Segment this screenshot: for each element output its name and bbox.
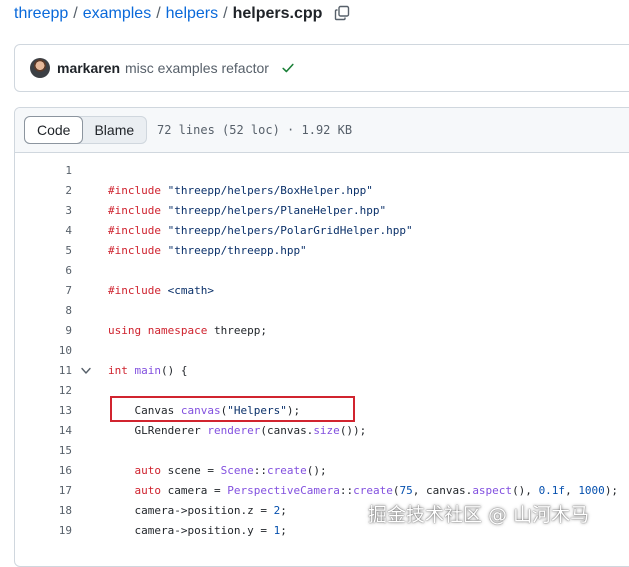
code-text: #include "threepp/helpers/PolarGridHelpe… — [108, 224, 413, 237]
annotation-highlight-box — [110, 396, 355, 422]
line-number[interactable]: 7 — [15, 281, 72, 301]
breadcrumb: threepp / examples / helpers / helpers.c… — [14, 3, 350, 25]
code-line: 4 #include "threepp/helpers/PolarGridHelp… — [15, 221, 629, 241]
line-number[interactable]: 17 — [15, 481, 72, 501]
line-number[interactable]: 5 — [15, 241, 72, 261]
code-text: using namespace threepp; — [108, 324, 267, 337]
code-text: #include "threepp/helpers/PlaneHelper.hp… — [108, 204, 387, 217]
code-line: 7 #include <cmath> — [15, 281, 629, 301]
latest-commit-bar: markaren misc examples refactor — [14, 44, 629, 92]
code-line: 17 auto camera = PerspectiveCamera::crea… — [15, 481, 629, 501]
check-icon[interactable] — [281, 61, 295, 75]
code-line: 10 — [15, 341, 629, 361]
file-viewer: Code Blame 72 lines (52 loc) · 1.92 KB 1… — [14, 107, 629, 567]
line-number[interactable]: 4 — [15, 221, 72, 241]
line-number[interactable]: 19 — [15, 521, 72, 541]
fold-chevron-icon[interactable] — [81, 367, 91, 375]
avatar[interactable] — [30, 58, 50, 78]
line-number[interactable]: 12 — [15, 381, 72, 401]
line-number[interactable]: 10 — [15, 341, 72, 361]
watermark: 掘金技术社区 @ 山河木马 — [368, 504, 590, 526]
code-line: 11 int main() { — [15, 361, 629, 381]
line-number[interactable]: 13 — [15, 401, 72, 421]
code-text: #include "threepp/helpers/BoxHelper.hpp" — [108, 184, 373, 197]
code-line: 14 GLRenderer renderer(canvas.size()); — [15, 421, 629, 441]
code-text: auto scene = Scene::create(); — [134, 464, 327, 477]
breadcrumb-separator: / — [73, 5, 78, 22]
line-number[interactable]: 6 — [15, 261, 72, 281]
line-number[interactable]: 1 — [15, 161, 72, 181]
code-line: 9 using namespace threepp; — [15, 321, 629, 341]
code-view: 1 2 #include "threepp/helpers/BoxHelper.hp… — [15, 161, 629, 541]
breadcrumb-separator: / — [156, 5, 161, 22]
code-line: 8 — [15, 301, 629, 321]
breadcrumb-helpers-link[interactable]: helpers — [166, 5, 218, 23]
line-number[interactable]: 16 — [15, 461, 72, 481]
code-text: auto camera = PerspectiveCamera::create(… — [134, 484, 619, 497]
breadcrumb-separator: / — [223, 5, 228, 22]
commit-message[interactable]: misc examples refactor — [125, 60, 269, 76]
line-number[interactable]: 18 — [15, 501, 72, 521]
line-number[interactable]: 9 — [15, 321, 72, 341]
line-number[interactable]: 8 — [15, 301, 72, 321]
breadcrumb-examples-link[interactable]: examples — [83, 5, 151, 23]
code-text: #include <cmath> — [108, 284, 214, 297]
code-line: 16 auto scene = Scene::create(); — [15, 461, 629, 481]
code-line: 1 — [15, 161, 629, 181]
tab-code[interactable]: Code — [24, 116, 84, 144]
breadcrumb-repo-link[interactable]: threepp — [14, 5, 68, 23]
line-number[interactable]: 3 — [15, 201, 72, 221]
code-line: 2 #include "threepp/helpers/BoxHelper.hpp… — [15, 181, 629, 201]
breadcrumb-file-name: helpers.cpp — [232, 5, 323, 22]
view-toggle: Code Blame — [24, 116, 148, 144]
line-number[interactable]: 14 — [15, 421, 72, 441]
code-line: 6 — [15, 261, 629, 281]
code-text: int main() { — [108, 364, 188, 377]
file-stats: 72 lines (52 loc) · 1.92 KB — [157, 123, 353, 137]
file-header: Code Blame 72 lines (52 loc) · 1.92 KB — [15, 108, 629, 153]
code-text: camera->position.y = 1; — [108, 524, 287, 537]
code-text: #include "threepp/threepp.hpp" — [108, 244, 307, 257]
line-number[interactable]: 15 — [15, 441, 72, 461]
tab-blame[interactable]: Blame — [82, 117, 146, 143]
code-line: 3 #include "threepp/helpers/PlaneHelper.h… — [15, 201, 629, 221]
copy-path-icon[interactable] — [334, 5, 350, 21]
code-text: camera->position.z = 2; — [108, 504, 287, 517]
code-text: GLRenderer renderer(canvas.size()); — [108, 424, 367, 437]
code-line: 5 #include "threepp/threepp.hpp" — [15, 241, 629, 261]
commit-author[interactable]: markaren — [57, 60, 120, 76]
code-line: 15 — [15, 441, 629, 461]
line-number[interactable]: 11 — [15, 361, 72, 381]
line-number[interactable]: 2 — [15, 181, 72, 201]
